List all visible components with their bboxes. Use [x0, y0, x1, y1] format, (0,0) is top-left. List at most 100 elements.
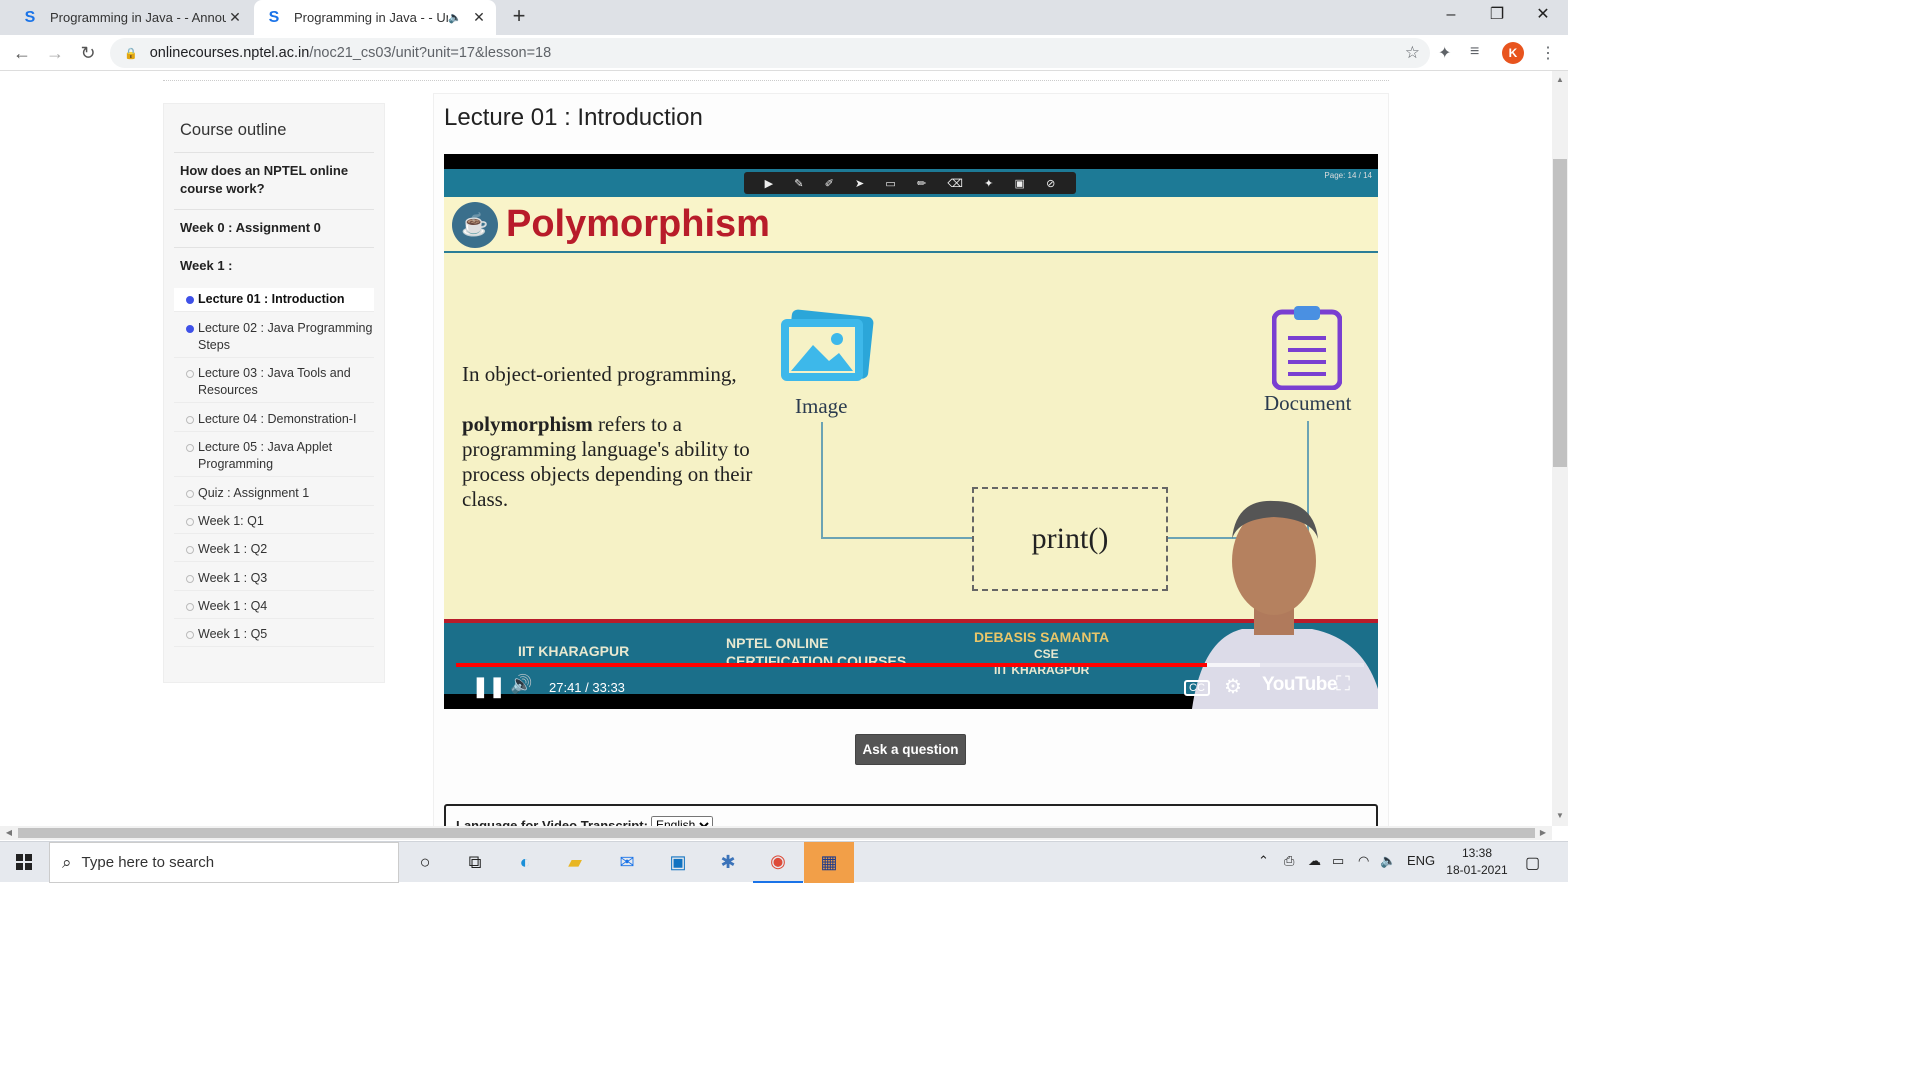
tab-title: Programming in Java - - Announ [50, 10, 226, 25]
restore-button[interactable]: ❐ [1474, 0, 1520, 32]
lesson-label: Lecture 01 : Introduction [198, 292, 345, 306]
battery-icon[interactable]: ▭ [1332, 853, 1344, 869]
swayam-favicon-icon: S [268, 8, 280, 26]
horizontal-scrollbar[interactable]: ◀ ▶ [0, 826, 1552, 840]
scroll-left-arrow-icon[interactable]: ◀ [2, 826, 16, 840]
sidebar-section-week1[interactable]: Week 1 : [174, 247, 374, 284]
lesson-item-week1-q1[interactable]: Week 1: Q1 [174, 510, 374, 534]
unwatched-status-icon [186, 546, 194, 554]
close-tab-icon[interactable]: ✕ [226, 9, 244, 26]
lesson-item-lecture-03[interactable]: Lecture 03 : Java Tools and Resources [174, 362, 374, 403]
document-icon [1272, 306, 1342, 390]
audio-app-icon[interactable]: ▦ [804, 842, 854, 883]
connector-line [821, 537, 973, 539]
slide-page-indicator: Page: 14 / 14 [1324, 171, 1372, 180]
lesson-item-lecture-04[interactable]: Lecture 04 : Demonstration-I [174, 408, 374, 432]
vertical-scrollbar[interactable]: ▲ ▼ [1552, 71, 1568, 826]
file-explorer-icon[interactable]: ▰ [550, 842, 600, 883]
lesson-item-week1-q4[interactable]: Week 1 : Q4 [174, 595, 374, 619]
close-window-button[interactable]: ✕ [1520, 0, 1566, 32]
reload-icon[interactable]: ↻ [76, 41, 100, 65]
wifi-icon[interactable]: ◠ [1358, 853, 1369, 869]
lesson-label: Quiz : Assignment 1 [198, 486, 310, 500]
clock-time: 13:38 [1461, 846, 1493, 860]
tab-unit[interactable]: S Programming in Java - - Unit 🔈 ✕ [254, 0, 496, 35]
speaker-tray-icon[interactable]: 🔈 [1380, 853, 1396, 869]
forward-arrow-icon[interactable]: → [43, 41, 67, 65]
show-hidden-icons-chevron-icon[interactable]: ⌃ [1258, 853, 1269, 869]
laser-icon: ✦ [984, 177, 994, 190]
dell-icon[interactable]: ▣ [653, 842, 703, 883]
watched-status-icon [186, 296, 194, 304]
unwatched-status-icon [186, 603, 194, 611]
unwatched-status-icon [186, 490, 194, 498]
taskbar-clock[interactable]: 13:38 18-01-2021 [1442, 845, 1512, 879]
tab-title: Programming in Java - - Unit [294, 10, 449, 25]
address-bar[interactable]: 🔒 onlinecourses.nptel.ac.in/noc21_cs03/u… [110, 38, 1430, 68]
cortana-icon[interactable]: ○ [400, 842, 450, 883]
profile-avatar[interactable]: K [1502, 42, 1524, 64]
new-tab-button[interactable]: + [507, 5, 531, 29]
transcript-language-label: Language for Video Transcript: [456, 818, 648, 826]
settings-gear-icon[interactable]: ⚙ [1224, 674, 1242, 699]
video-progress-bar[interactable] [456, 663, 1364, 667]
volume-icon[interactable]: 🔊 [510, 674, 532, 695]
tab-announcements[interactable]: S Programming in Java - - Announ ✕ [10, 0, 252, 35]
lesson-item-lecture-02[interactable]: Lecture 02 : Java Programming Steps [174, 317, 374, 358]
onedrive-icon[interactable]: ☁ [1308, 853, 1321, 869]
scroll-right-arrow-icon[interactable]: ▶ [1536, 826, 1550, 840]
menu-kebab-icon[interactable]: ⋮ [1540, 43, 1556, 63]
speaker-icon[interactable]: 🔈 [448, 11, 462, 24]
unwatched-status-icon [186, 444, 194, 452]
course-outline-sidebar: Course outline How does an NPTEL online … [163, 103, 385, 683]
scroll-up-arrow-icon[interactable]: ▲ [1552, 75, 1568, 84]
input-language[interactable]: ENG [1407, 853, 1435, 868]
notifications-icon[interactable]: ▢ [1525, 853, 1540, 873]
scrollbar-thumb[interactable] [18, 828, 1535, 838]
windows-logo-icon [16, 854, 32, 870]
footer-institute: IIT KHARAGPUR [518, 643, 630, 659]
document-label: Document [1264, 391, 1352, 415]
scrollbar-thumb[interactable] [1553, 159, 1567, 467]
python-icon[interactable]: ✱ [703, 842, 753, 883]
lock-icon[interactable]: 🔒 [124, 47, 138, 60]
extensions-icon[interactable]: ✦ [1438, 43, 1451, 63]
sidebar-section-how-it-works[interactable]: How does an NPTEL online course work? [174, 152, 374, 207]
captions-icon[interactable]: CC [1184, 680, 1210, 696]
lesson-item-week1-q3[interactable]: Week 1 : Q3 [174, 567, 374, 591]
transcript-panel: Language for Video Transcript: English [444, 804, 1378, 826]
device-icon[interactable]: ⎙ [1284, 853, 1294, 869]
lesson-label: Week 1 : Q3 [198, 571, 268, 585]
minimize-button[interactable]: – [1428, 0, 1474, 32]
transcript-language-select[interactable]: English [651, 816, 713, 826]
lesson-item-quiz-1[interactable]: Quiz : Assignment 1 [174, 482, 374, 506]
fullscreen-icon[interactable]: ⛶ [1336, 673, 1350, 696]
video-player[interactable]: ▶ ✎ ✐ ➤ ▭ ✏ ⌫ ✦ ▣ ⊘ Page: 14 / 14 ☕ Poly… [444, 154, 1378, 709]
chrome-icon[interactable]: ◉ [753, 842, 803, 883]
lesson-item-lecture-05[interactable]: Lecture 05 : Java Applet Programming [174, 436, 374, 477]
mail-icon[interactable]: ✉ [602, 842, 652, 883]
task-view-icon[interactable]: ⧉ [450, 842, 500, 883]
media-control-icon[interactable]: ≡ [1470, 43, 1479, 61]
slide-intro-text: In object-oriented programming, [462, 362, 737, 386]
ask-question-button[interactable]: Ask a question [855, 734, 966, 765]
windows-start-button[interactable] [0, 842, 48, 883]
footer-instructor: DEBASIS SAMANTA [974, 629, 1110, 645]
taskbar-search-box[interactable]: ⌕ Type here to search [49, 842, 399, 883]
close-tab-icon[interactable]: ✕ [470, 9, 488, 26]
scroll-down-arrow-icon[interactable]: ▼ [1552, 811, 1568, 820]
lesson-item-lecture-01[interactable]: Lecture 01 : Introduction [174, 288, 374, 312]
lesson-item-week1-q5[interactable]: Week 1 : Q5 [174, 623, 374, 647]
edge-icon[interactable]: ◐ [500, 842, 550, 883]
highlighter-icon: ✐ [824, 177, 834, 190]
back-arrow-icon[interactable]: ← [10, 41, 34, 65]
sidebar-section-week0[interactable]: Week 0 : Assignment 0 [174, 209, 374, 246]
unwatched-status-icon [186, 518, 194, 526]
pause-icon[interactable]: ❚❚ [472, 674, 506, 699]
bookmark-star-icon[interactable]: ☆ [1405, 43, 1420, 63]
youtube-logo[interactable]: YouTube [1262, 674, 1337, 696]
browser-toolbar: ← → ↻ 🔒 onlinecourses.nptel.ac.in/noc21_… [0, 35, 1568, 71]
footer-dept: CSE [1034, 647, 1059, 661]
url-path: /noc21_cs03/unit?unit=17&lesson=18 [309, 45, 552, 61]
lesson-item-week1-q2[interactable]: Week 1 : Q2 [174, 538, 374, 562]
